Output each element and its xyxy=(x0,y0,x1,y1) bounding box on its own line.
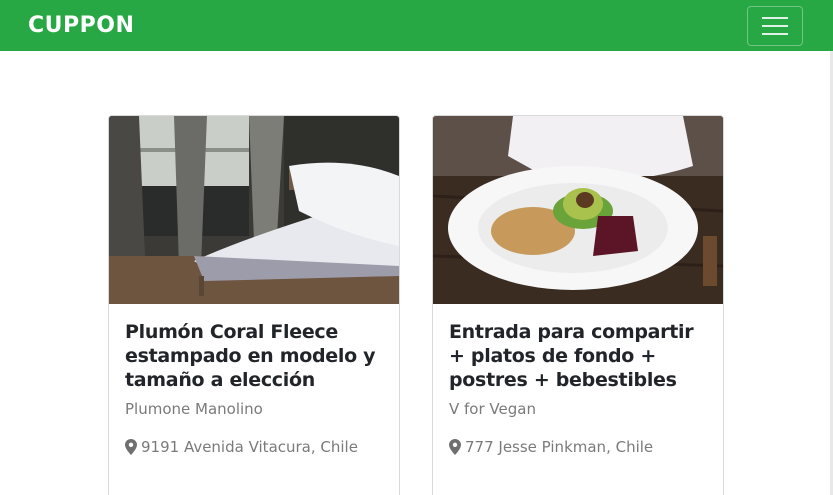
card-location-text: 777 Jesse Pinkman, Chile xyxy=(465,438,654,456)
salad-bowl-photo xyxy=(433,116,723,304)
bedroom-photo xyxy=(109,116,399,304)
card-merchant: Plumone Manolino xyxy=(125,400,263,418)
navbar: CUPPON xyxy=(0,0,833,51)
card-location-text: 9191 Avenida Vitacura, Chile xyxy=(141,438,358,456)
brand-logo[interactable]: CUPPON xyxy=(28,13,134,38)
card-merchant: V for Vegan xyxy=(449,400,536,418)
map-marker-icon xyxy=(449,439,461,455)
map-marker-icon xyxy=(125,439,137,455)
hamburger-menu-icon xyxy=(762,24,788,27)
card-location: 777 Jesse Pinkman, Chile xyxy=(449,438,707,456)
deal-card[interactable]: Plumón Coral Fleece estampado en modelo … xyxy=(108,115,400,495)
hamburger-menu-icon xyxy=(762,32,788,35)
navbar-toggler-button[interactable] xyxy=(747,5,803,46)
card-title[interactable]: Plumón Coral Fleece estampado en modelo … xyxy=(125,320,383,392)
deal-card[interactable]: Entrada para compartir + platos de fondo… xyxy=(432,115,724,495)
hamburger-menu-icon xyxy=(762,16,788,19)
card-title[interactable]: Entrada para compartir + platos de fondo… xyxy=(449,320,707,392)
card-location: 9191 Avenida Vitacura, Chile xyxy=(125,438,383,456)
